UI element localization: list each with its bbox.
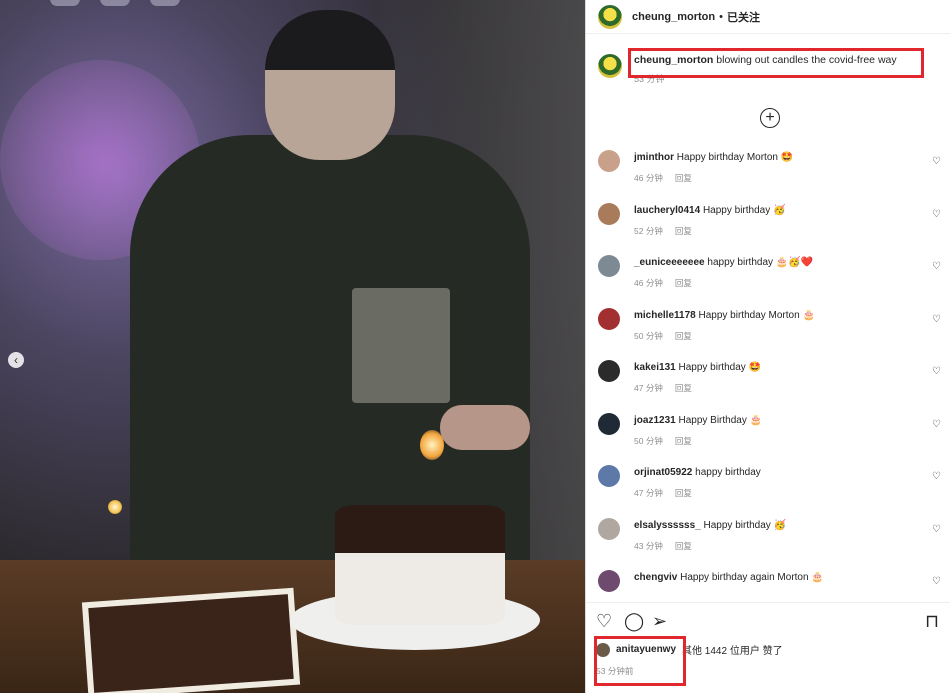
heart-icon[interactable]: ♡	[596, 612, 612, 630]
comment-time: 50 分钟	[634, 330, 663, 341]
reply-button[interactable]: 回复	[675, 226, 692, 236]
caption-avatar[interactable]	[598, 54, 622, 78]
comment-icon[interactable]: ◯	[624, 612, 644, 630]
post-header: cheung_morton • 已关注	[586, 0, 950, 34]
comment-like-icon[interactable]: ♡	[932, 524, 941, 535]
comment-text: Happy birthday Morton	[676, 152, 778, 163]
reply-button[interactable]: 回复	[675, 488, 692, 498]
separator-dot: •	[719, 10, 723, 23]
carousel-prev-button[interactable]: ‹	[8, 352, 24, 368]
comment-item: michelle1178 Happy birthday Morton 🎂 50 …	[598, 307, 943, 361]
commenter-username[interactable]: orjinat05922	[634, 467, 692, 478]
comment-text: Happy birthday	[702, 204, 771, 216]
comment-emoji: 🤩	[748, 362, 761, 373]
comment-like-icon[interactable]: ♡	[932, 576, 941, 587]
commenter-avatar[interactable]	[598, 307, 620, 330]
commenter-username[interactable]: chengviv	[634, 572, 677, 583]
comment-item: elsalyssssss_ Happy birthday 🥳 43 分钟 回复 ♡	[598, 517, 943, 571]
author-username[interactable]: cheung_morton	[632, 11, 715, 23]
load-more-comments-button[interactable]: +	[760, 108, 780, 128]
reply-button[interactable]: 回复	[675, 173, 692, 183]
person-head	[265, 10, 395, 160]
comment-item: orjinat05922 happy birthday 47 分钟 回复 ♡	[598, 465, 943, 518]
jacket-pocket	[352, 288, 450, 403]
comment-time: 52 分钟	[634, 225, 663, 236]
top-blur-shapes	[50, 0, 200, 11]
comment-time: 46 分钟	[634, 173, 663, 183]
comment-like-icon[interactable]: ♡	[932, 419, 941, 430]
comment-like-icon[interactable]: ♡	[932, 261, 941, 272]
comment-emoji: 🎂🥳❤️	[775, 257, 814, 268]
comment-text: happy birthday	[695, 467, 761, 478]
comment-item: _euniceeeeeee happy birthday 🎂🥳❤️ 46 分钟 回…	[598, 255, 943, 308]
birthday-cake	[335, 505, 505, 625]
comment-text: Happy Birthday	[678, 414, 747, 426]
cake-candle-flame	[420, 430, 444, 460]
comments-list: jminthor Happy birthday Morton 🤩 46 分钟 回复…	[598, 150, 943, 623]
commenter-avatar[interactable]	[598, 150, 620, 172]
comment-like-icon[interactable]: ♡	[932, 471, 941, 482]
comment-emoji: 🎂	[749, 414, 763, 426]
candle-flame	[108, 500, 122, 514]
author-avatar[interactable]	[598, 4, 622, 29]
comment-time: 47 分钟	[634, 488, 663, 498]
comment-emoji: 🥳	[773, 204, 786, 216]
reply-button[interactable]: 回复	[675, 278, 692, 288]
commenter-avatar[interactable]	[598, 465, 620, 487]
plus-circle-icon: +	[765, 109, 775, 126]
commenter-username[interactable]: laucheryl0414	[634, 205, 700, 216]
commenter-avatar[interactable]	[598, 255, 620, 277]
comment-like-icon[interactable]: ♡	[932, 314, 941, 325]
comment-time: 43 分钟	[634, 540, 663, 551]
comment-emoji: 🥳	[773, 519, 787, 531]
comment-emoji: 🎂	[802, 309, 815, 321]
likes-count-text[interactable]: 其他 1442 位用户 赞了	[682, 642, 783, 657]
comment-item: laucheryl0414 Happy birthday 🥳 52 分钟 回复 ♡	[598, 202, 943, 256]
comment-time: 50 分钟	[634, 435, 663, 446]
comment-like-icon[interactable]: ♡	[932, 366, 941, 377]
send-icon[interactable]: ➢	[652, 612, 667, 630]
comment-item: jminthor Happy birthday Morton 🤩 46 分钟 回复…	[598, 150, 943, 203]
commenter-avatar[interactable]	[598, 517, 620, 540]
reply-button[interactable]: 回复	[675, 331, 692, 341]
follow-status[interactable]: 已关注	[727, 9, 760, 25]
comment-item: kakei131 Happy birthday 🤩 47 分钟 回复 ♡	[598, 360, 943, 413]
commenter-avatar[interactable]	[598, 202, 620, 225]
comment-emoji: 🤩	[780, 152, 794, 163]
commenter-username[interactable]: joaz1231	[634, 415, 676, 426]
comment-text: Happy birthday again Morton	[680, 572, 809, 583]
comment-like-icon[interactable]: ♡	[932, 209, 941, 220]
commenter-username[interactable]: jminthor	[634, 152, 674, 163]
sheet-cake	[81, 587, 301, 693]
comment-text: Happy birthday	[678, 362, 746, 373]
reply-button[interactable]: 回复	[675, 541, 692, 551]
comment-time: 47 分钟	[634, 383, 663, 393]
comment-emoji: 🎂	[811, 572, 824, 583]
comment-item: joaz1231 Happy Birthday 🎂 50 分钟 回复 ♡	[598, 412, 943, 466]
post-photo[interactable]: ‹	[0, 0, 585, 693]
commenter-username[interactable]: elsalyssssss_	[634, 520, 701, 531]
commenter-avatar[interactable]	[598, 412, 620, 435]
commenter-username[interactable]: kakei131	[634, 362, 676, 373]
comment-like-icon[interactable]: ♡	[932, 156, 941, 167]
commenter-avatar[interactable]	[598, 570, 620, 592]
commenter-username[interactable]: michelle1178	[634, 310, 696, 321]
bookmark-icon[interactable]: ⊓	[925, 612, 939, 630]
post-side-panel: cheung_morton • 已关注 cheung_morton blowin…	[585, 0, 950, 693]
person-hand	[440, 405, 530, 450]
comment-text: happy birthday	[707, 257, 774, 268]
commenter-avatar[interactable]	[598, 360, 620, 382]
reply-button[interactable]: 回复	[675, 383, 692, 393]
comment-text: Happy birthday Morton	[698, 309, 800, 321]
reply-button[interactable]: 回复	[675, 436, 692, 446]
comment-time: 46 分钟	[634, 278, 663, 288]
caption-highlight-box	[628, 48, 924, 78]
comment-text: Happy birthday	[703, 519, 771, 531]
commenter-username[interactable]: _euniceeeeeee	[634, 257, 705, 268]
likes-highlight-box	[594, 636, 686, 686]
